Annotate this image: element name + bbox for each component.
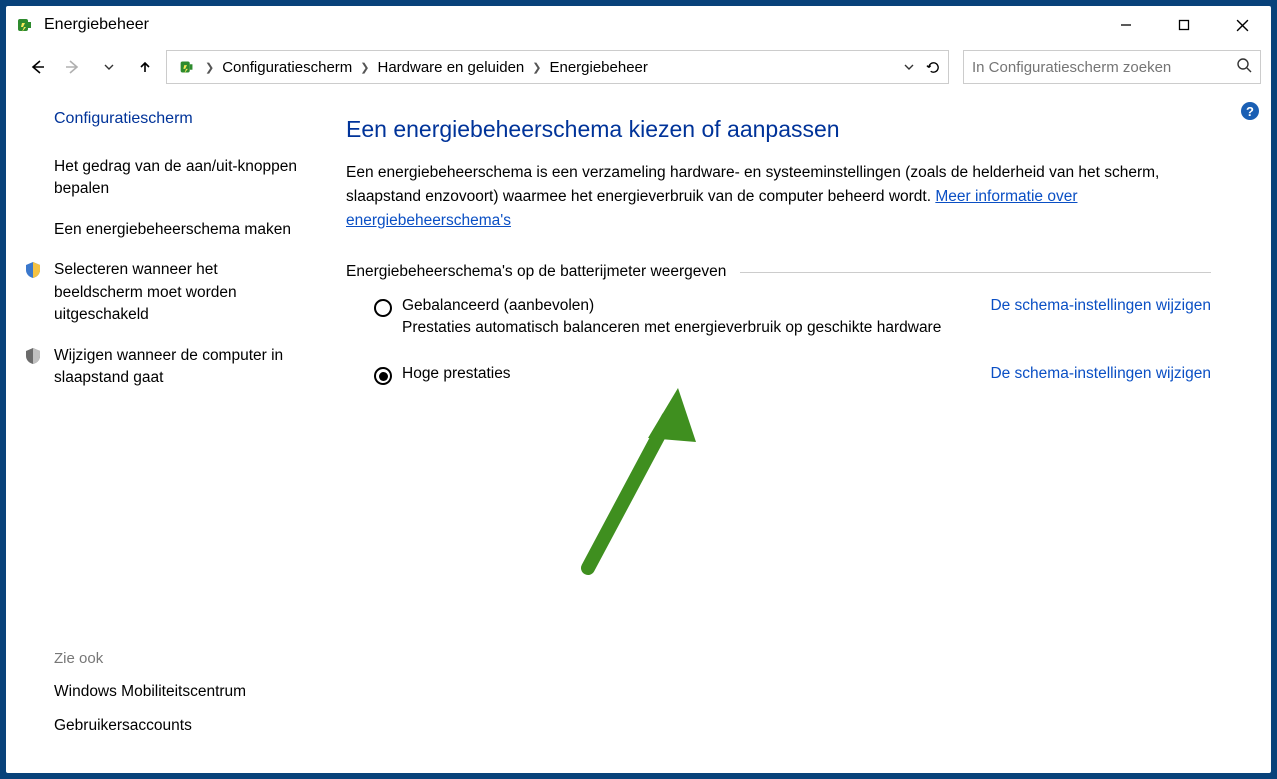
search-icon[interactable] — [1236, 57, 1252, 77]
see-also-mobility-center[interactable]: Windows Mobiliteitscentrum — [54, 683, 306, 701]
app-icon — [14, 14, 36, 36]
plan-name[interactable]: Gebalanceerd (aanbevolen) — [402, 297, 970, 315]
shield-icon — [24, 347, 42, 365]
titlebar: Energiebeheer — [6, 6, 1271, 44]
sidebar-link-label: Selecteren wanneer het beeldscherm moet … — [54, 261, 237, 323]
page-description: Een energiebeheerschema is een verzameli… — [346, 161, 1196, 233]
sidebar-link-sleep[interactable]: Wijzigen wanneer de computer in slaapsta… — [54, 345, 306, 390]
see-also-header: Zie ook — [54, 650, 306, 667]
minimize-button[interactable] — [1097, 6, 1155, 44]
close-button[interactable] — [1213, 6, 1271, 44]
history-dropdown[interactable] — [94, 52, 124, 82]
body: Configuratiescherm Het gedrag van de aan… — [6, 90, 1271, 773]
refresh-button[interactable] — [922, 60, 944, 75]
forward-button[interactable] — [58, 52, 88, 82]
change-plan-settings-link[interactable]: De schema-instellingen wijzigen — [990, 297, 1211, 315]
see-also-user-accounts[interactable]: Gebruikersaccounts — [54, 717, 306, 735]
window: Energiebeheer — [6, 6, 1271, 773]
back-button[interactable] — [22, 52, 52, 82]
sidebar-link-power-buttons[interactable]: Het gedrag van de aan/uit-knoppen bepale… — [54, 156, 306, 201]
plan-row-balanced: Gebalanceerd (aanbevolen) Prestaties aut… — [346, 297, 1211, 337]
plan-description: Prestaties automatisch balanceren met en… — [402, 319, 970, 337]
annotation-arrow — [568, 378, 708, 578]
group-header: Energiebeheerschema's op de batterijmete… — [346, 263, 1211, 281]
plan-radio-balanced[interactable] — [374, 299, 392, 317]
plan-group: Energiebeheerschema's op de batterijmete… — [346, 263, 1211, 385]
plan-row-high-performance: Hoge prestaties De schema-instellingen w… — [346, 365, 1211, 385]
address-bar-icon — [175, 55, 199, 79]
plan-radio-high-performance[interactable] — [374, 367, 392, 385]
sidebar: Configuratiescherm Het gedrag van de aan… — [6, 110, 316, 773]
up-button[interactable] — [130, 52, 160, 82]
search-input[interactable] — [972, 59, 1236, 76]
shield-icon — [24, 261, 42, 279]
page-heading: Een energiebeheerschema kiezen of aanpas… — [346, 116, 1211, 143]
control-panel-home-link[interactable]: Configuratiescherm — [54, 110, 306, 128]
breadcrumb-item[interactable]: Energiebeheer — [543, 59, 653, 76]
address-bar[interactable]: ❯ Configuratiescherm ❯ Hardware en gelui… — [166, 50, 949, 84]
search-box[interactable] — [963, 50, 1261, 84]
breadcrumb-item[interactable]: Configuratiescherm — [216, 59, 358, 76]
change-plan-settings-link[interactable]: De schema-instellingen wijzigen — [990, 365, 1211, 383]
sidebar-link-display-off[interactable]: Selecteren wanneer het beeldscherm moet … — [54, 259, 306, 326]
navigation-bar: ❯ Configuratiescherm ❯ Hardware en gelui… — [6, 44, 1271, 90]
breadcrumb-item[interactable]: Hardware en geluiden — [372, 59, 531, 76]
divider — [740, 272, 1211, 273]
chevron-right-icon[interactable]: ❯ — [532, 61, 541, 74]
maximize-button[interactable] — [1155, 6, 1213, 44]
sidebar-link-label: Wijzigen wanneer de computer in slaapsta… — [54, 347, 283, 386]
address-bar-dropdown[interactable] — [898, 61, 920, 73]
chevron-right-icon[interactable]: ❯ — [205, 61, 214, 74]
main-content: Een energiebeheerschema kiezen of aanpas… — [316, 110, 1271, 773]
plan-name[interactable]: Hoge prestaties — [402, 365, 970, 383]
sidebar-link-create-plan[interactable]: Een energiebeheerschema maken — [54, 219, 306, 241]
chevron-right-icon[interactable]: ❯ — [360, 61, 369, 74]
group-header-label: Energiebeheerschema's op de batterijmete… — [346, 263, 726, 281]
window-title: Energiebeheer — [44, 16, 149, 34]
